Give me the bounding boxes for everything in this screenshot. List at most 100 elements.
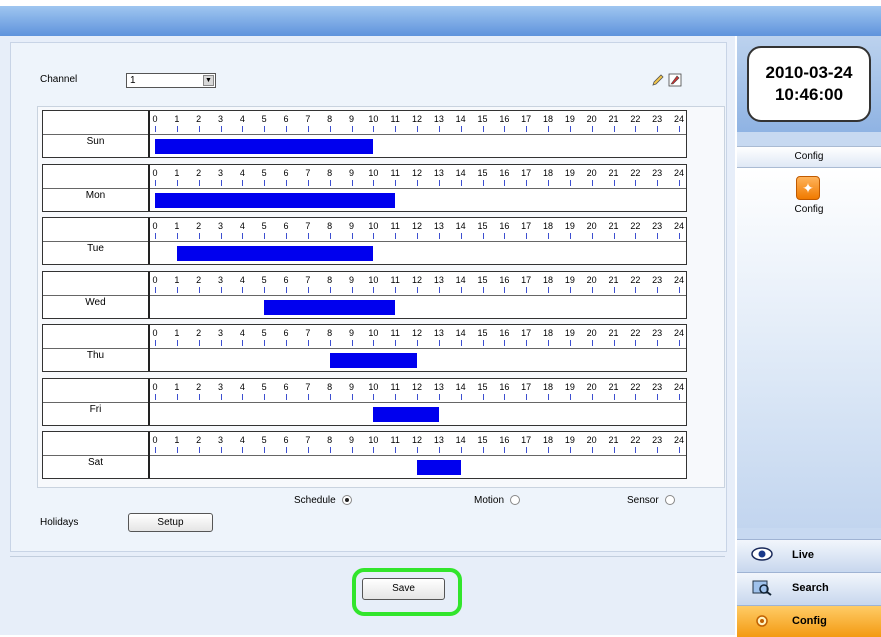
config-icon: [751, 613, 773, 629]
hour-tick-label: 1: [174, 328, 180, 338]
hour-tick: [307, 393, 309, 400]
day-row-tue[interactable]: Tue 0 1 2 3 4 5 6 7 8 9 10 11 12 13 14 15 16 17 18 19 20 21 22 2…: [42, 217, 687, 265]
day-row-sat[interactable]: Sat 0 1 2 3 4 5 6 7 8 9 10 11 12 13 14 15 16 17 18 19 20 21 22 2…: [42, 431, 687, 479]
hour-tick-label: 7: [305, 381, 311, 392]
day-row-thu[interactable]: Thu 0 1 2 3 4 5 6 7 8 9 10 11 12 13 14 15 16 17 18 19 20 21 22 2…: [42, 324, 687, 372]
hour-tick: [176, 393, 178, 400]
hour-tick-label: 19: [564, 328, 575, 338]
hour-tick: [155, 447, 156, 453]
schedule-bar[interactable]: [329, 353, 417, 368]
hour-tick-label: 19: [564, 167, 575, 178]
config-item-label[interactable]: Config: [737, 204, 881, 215]
chevron-down-icon[interactable]: ▼: [203, 75, 214, 86]
hour-tick: [264, 286, 266, 293]
hour-tick-label: 17: [521, 167, 532, 178]
hour-tick: [307, 179, 309, 186]
divider: [150, 401, 686, 403]
nav-live[interactable]: Live: [737, 539, 881, 571]
hour-tick: [242, 126, 244, 132]
hour-tick-label: 16: [499, 381, 510, 392]
hour-tick: [198, 179, 200, 186]
hour-tick: [635, 233, 637, 239]
hour-tick: [264, 393, 266, 400]
hour-tick-label: 10: [368, 114, 379, 124]
hour-tick: [220, 286, 222, 293]
hour-tick-label: 6: [283, 274, 289, 285]
schedule-bar[interactable]: [373, 406, 439, 422]
radio-sensor[interactable]: Sensor: [627, 495, 675, 506]
hour-tick-label: 8: [327, 274, 333, 285]
schedule-bar[interactable]: [264, 299, 396, 315]
hour-tick-label: 24: [673, 328, 685, 338]
hour-tick-label: 19: [564, 435, 575, 445]
channel-select[interactable]: 1 ▼: [126, 73, 216, 88]
nav-live-label: Live: [792, 549, 815, 561]
hour-tick-label: 6: [283, 221, 289, 231]
hour-tick: [264, 179, 266, 186]
hour-tick-label: 4: [239, 221, 245, 231]
hour-tick: [657, 179, 659, 186]
hour-tick: [526, 393, 528, 400]
hour-tick: [591, 233, 593, 239]
hour-tick: [329, 233, 331, 239]
hour-tick: [155, 393, 156, 400]
hour-tick-label: 24: [673, 381, 685, 392]
holidays-setup-button[interactable]: Setup: [128, 513, 213, 532]
nav-config[interactable]: Config: [737, 605, 881, 637]
day-row-sun[interactable]: Sun 0 1 2 3 4 5 6 7 8 9 10 11 12 13 14 15 16 17 18 19 20 21 22 2…: [42, 110, 687, 158]
divider: [43, 455, 148, 456]
hour-tick-label: 21: [608, 381, 619, 392]
hour-tick-label: 13: [433, 328, 444, 338]
hour-tick: [198, 340, 200, 346]
hour-tick-label: 21: [608, 274, 619, 285]
pencil-icon[interactable]: [651, 73, 665, 87]
search-icon: [751, 580, 773, 596]
hour-tick-label: 6: [283, 381, 289, 392]
hour-tick-label: 6: [283, 167, 289, 178]
hour-tick: [438, 286, 440, 293]
radio-motion[interactable]: Motion: [474, 495, 521, 506]
hour-tick-label: 23: [652, 221, 663, 231]
schedule-bar[interactable]: [155, 192, 396, 208]
hour-tick-label: 2: [196, 381, 202, 392]
hour-tick: [242, 233, 244, 239]
radio-motion-indicator[interactable]: [510, 495, 521, 506]
hour-tick-label: 5: [261, 167, 267, 178]
hour-tick-label: 5: [261, 328, 267, 338]
schedule-bar[interactable]: [417, 460, 461, 475]
day-name-cell: Wed: [43, 271, 150, 318]
hour-tick-label: 9: [348, 381, 355, 392]
nav-search[interactable]: Search: [737, 572, 881, 604]
hour-tick: [198, 233, 200, 239]
radio-sensor-indicator[interactable]: [664, 495, 675, 506]
hour-tick: [613, 447, 615, 453]
eraser-icon[interactable]: [668, 73, 682, 87]
hour-tick: [286, 233, 287, 239]
hour-tick: [526, 126, 528, 132]
day-row-fri[interactable]: Fri 0 1 2 3 4 5 6 7 8 9 10 11 12 13 14 15 16 17 18 19 20 21 22 2…: [42, 377, 687, 426]
schedule-bar[interactable]: [176, 246, 374, 261]
hour-tick-label: 20: [586, 328, 597, 338]
hour-tick-label: 6: [283, 328, 289, 338]
hour-tick-label: 23: [652, 114, 663, 124]
day-name-cell: Fri: [43, 378, 150, 425]
hour-tick-label: 0: [152, 274, 158, 285]
day-label: Tue: [87, 243, 104, 254]
hour-tick-label: 20: [586, 435, 597, 445]
hour-tick: [220, 126, 222, 132]
hour-tick-label: 5: [261, 114, 267, 124]
schedule-bar[interactable]: [155, 139, 374, 154]
day-row-mon[interactable]: Mon 0 1 2 3 4 5 6 7 8 9 10 11 12 13 14 15 16 17 18 19 20 21 22 2…: [42, 163, 687, 212]
radio-schedule-indicator[interactable]: [341, 495, 352, 506]
hour-tick: [438, 179, 440, 186]
hour-tick-label: 20: [586, 167, 597, 178]
hour-tick-label: 10: [368, 167, 379, 178]
hour-tick-label: 11: [390, 381, 400, 392]
hour-tick: [548, 393, 549, 400]
radio-schedule[interactable]: Schedule: [294, 495, 352, 506]
hour-tick: [504, 126, 506, 132]
hour-tick-label: 14: [455, 221, 466, 231]
config-icon[interactable]: ✦: [796, 176, 820, 200]
day-row-wed[interactable]: Wed 0 1 2 3 4 5 6 7 8 9 10 11 12 13 14 15 16 17 18 19 20 21 22 2…: [42, 270, 687, 319]
hour-tick: [460, 286, 462, 293]
